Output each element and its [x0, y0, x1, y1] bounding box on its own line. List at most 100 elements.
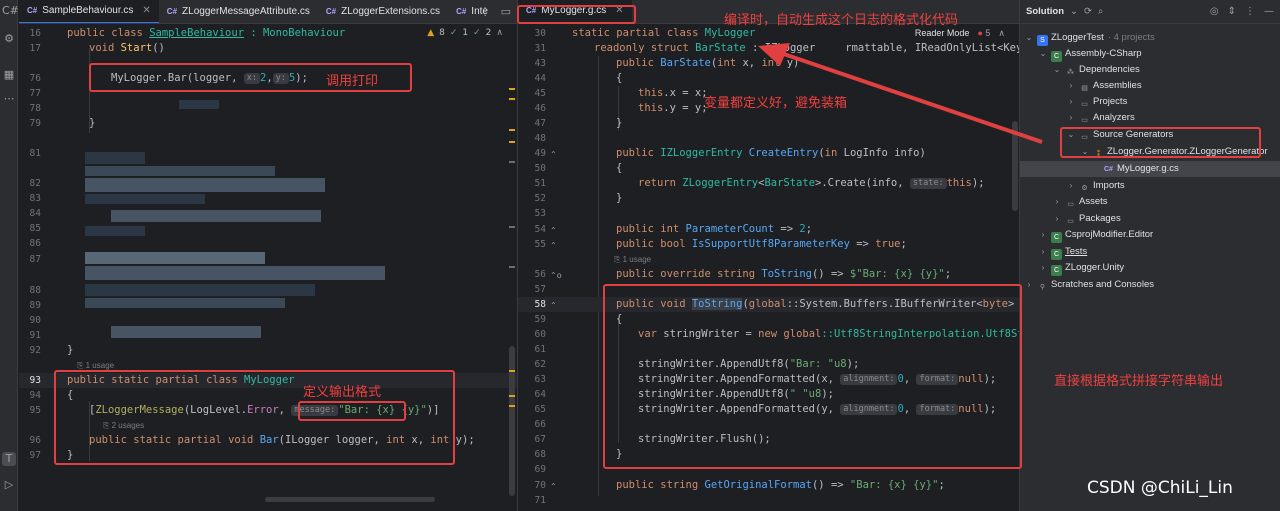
usage-hint[interactable]: ⎘ 1 usage [614, 254, 651, 265]
implements-icon[interactable]: ⌃ [550, 147, 557, 162]
blurred-code [85, 166, 275, 176]
code-line: 90 [19, 313, 517, 328]
vertical-scrollbar[interactable] [1012, 121, 1018, 211]
tree-item-mylogger-g[interactable]: C# MyLogger.g.cs [1020, 161, 1280, 177]
code-token: public [616, 147, 661, 159]
code-token: => [849, 238, 876, 250]
code-token: BarState [660, 57, 711, 69]
error-stripe-mark[interactable] [509, 129, 515, 131]
implements-icon[interactable]: ⌃ [550, 479, 557, 494]
line-number: 52 [534, 193, 546, 204]
csharp-file-icon[interactable]: C# [2, 4, 19, 18]
tab-zloggerextensions[interactable]: C# ZLoggerExtensions.cs [318, 0, 448, 23]
target-icon[interactable]: ◎ [1210, 6, 1219, 17]
collapse-icon[interactable]: ⇕ [1228, 6, 1236, 17]
csharp-file-icon: C# [325, 7, 337, 16]
search-icon[interactable]: ⌕ [1098, 6, 1103, 17]
implements-icon[interactable]: ⌃ [550, 223, 557, 238]
line-number: 53 [534, 208, 546, 219]
terminal-icon[interactable]: T [2, 452, 16, 466]
chevron-right-icon[interactable]: › [1024, 277, 1034, 293]
code-token: SampleBehaviour [149, 27, 245, 39]
chevron-right-icon[interactable]: › [1052, 211, 1062, 227]
implements-icon[interactable]: ⌃ [550, 298, 557, 313]
chevron-down-icon[interactable]: ⌄ [1052, 62, 1062, 78]
tree-item-zlogger-unity[interactable]: › C ZLogger.Unity [1020, 260, 1280, 276]
code-token: ; [805, 223, 813, 235]
tree-item-assembly-csharp[interactable]: ⌄ C Assembly-CSharp [1020, 46, 1280, 62]
error-stripe-mark[interactable] [509, 88, 515, 90]
tree-item-scratches[interactable]: › ⚲ Scratches and Consoles [1020, 277, 1280, 293]
code-line: 50 { [518, 161, 1019, 176]
line-number: 76 [29, 73, 41, 84]
error-stripe-mark[interactable] [509, 226, 515, 228]
csharp-file-icon: C# [27, 6, 38, 15]
sync-icon[interactable]: ⟳ [1084, 6, 1092, 17]
chevron-right-icon[interactable]: › [1038, 227, 1048, 243]
tree-item-dependencies[interactable]: ⌄ ⁂ Dependencies [1020, 62, 1280, 78]
chevron-right-icon[interactable]: › [1066, 178, 1076, 194]
usage-icon: ⎘ [77, 361, 86, 370]
code-line: 56 ⌃o public override string ToString() =>… [518, 267, 1019, 282]
code-token: () => [811, 479, 850, 491]
project-icon: C [1051, 232, 1062, 243]
tree-item-csprojmodifier[interactable]: › C CsprojModifier.Editor [1020, 227, 1280, 243]
tree-label: Assets [1079, 196, 1108, 207]
error-stripe-mark[interactable] [509, 266, 515, 268]
chevron-right-icon[interactable]: › [1066, 94, 1076, 110]
csharp-file-icon: C# [1104, 166, 1113, 173]
error-stripe-mark[interactable] [509, 161, 515, 163]
error-stripe-mark[interactable] [509, 405, 515, 407]
tab-samplebehaviour[interactable]: C# SampleBehaviour.cs ✕ [19, 0, 159, 23]
line-number: 85 [29, 223, 41, 234]
code-line: 78 [19, 101, 517, 116]
code-token: in [824, 147, 844, 159]
implements-icon[interactable]: ⌃ [550, 238, 557, 253]
tree-label: Assemblies [1093, 80, 1142, 91]
close-icon[interactable]: ✕ [142, 5, 150, 16]
vertical-scrollbar[interactable] [509, 346, 515, 496]
tree-sublabel: · 4 projects [1107, 32, 1155, 43]
layout-icon[interactable]: ▦ [2, 68, 16, 82]
tree-item-assemblies[interactable]: › ▤ Assemblies [1020, 78, 1280, 94]
chevron-down-icon[interactable]: ⌄ [1070, 6, 1078, 17]
minimize-icon[interactable]: — [1264, 6, 1274, 17]
tree-item-imports[interactable]: › ⚙ Imports [1020, 178, 1280, 194]
line-number: 50 [534, 163, 546, 174]
more-icon[interactable]: ⋮ [1245, 6, 1255, 17]
chevron-down-icon[interactable]: ⌄ [1038, 46, 1048, 62]
project-structure-icon[interactable]: ⚙ [2, 32, 16, 46]
run-icon[interactable]: ▷ [2, 478, 16, 492]
chevron-right-icon[interactable]: › [1066, 78, 1076, 94]
tree-item-solution[interactable]: ⌄ S ZLoggerTest · 4 projects [1020, 30, 1280, 46]
more-tabs-icon[interactable]: ⋮ [480, 5, 491, 18]
chevron-right-icon[interactable]: › [1052, 194, 1062, 210]
horizontal-scrollbar[interactable] [265, 497, 435, 502]
code-token: public int [616, 223, 686, 235]
tree-item-analyzers[interactable]: › ▭ Analyzers [1020, 110, 1280, 126]
error-stripe-mark[interactable] [509, 395, 515, 397]
tab-zloggermessageattribute[interactable]: C# ZLoggerMessageAttribute.cs [159, 0, 318, 23]
error-stripe-mark[interactable] [509, 98, 515, 100]
split-icon[interactable]: ▭ [501, 5, 511, 18]
code-token: ; [938, 479, 945, 491]
chevron-right-icon[interactable]: › [1038, 244, 1048, 260]
dependencies-icon: ⁂ [1067, 69, 1074, 76]
more-icon[interactable]: ⋯ [2, 92, 16, 106]
line-number: 92 [29, 345, 41, 356]
error-stripe-mark[interactable] [509, 141, 515, 143]
tree-item-projects[interactable]: › ▭ Projects [1020, 94, 1280, 110]
tree-item-assets[interactable]: › ▭ Assets [1020, 194, 1280, 210]
tree-item-tests[interactable]: › C Tests [1020, 244, 1280, 260]
code-token: static partial class [572, 27, 705, 39]
chevron-down-icon[interactable]: ⌄ [1024, 30, 1034, 46]
override-icon[interactable]: ⌃o [550, 268, 562, 283]
line-number: 62 [534, 359, 546, 370]
chevron-right-icon[interactable]: › [1066, 110, 1076, 126]
error-stripe-mark[interactable] [509, 370, 515, 372]
line-number: 84 [29, 208, 41, 219]
code-line: 31 readonly struct BarState : IZLogger rma… [518, 41, 1099, 56]
tree-item-packages[interactable]: › ▭ Packages [1020, 211, 1280, 227]
chevron-right-icon[interactable]: › [1038, 260, 1048, 276]
code-token: Start [120, 42, 153, 54]
